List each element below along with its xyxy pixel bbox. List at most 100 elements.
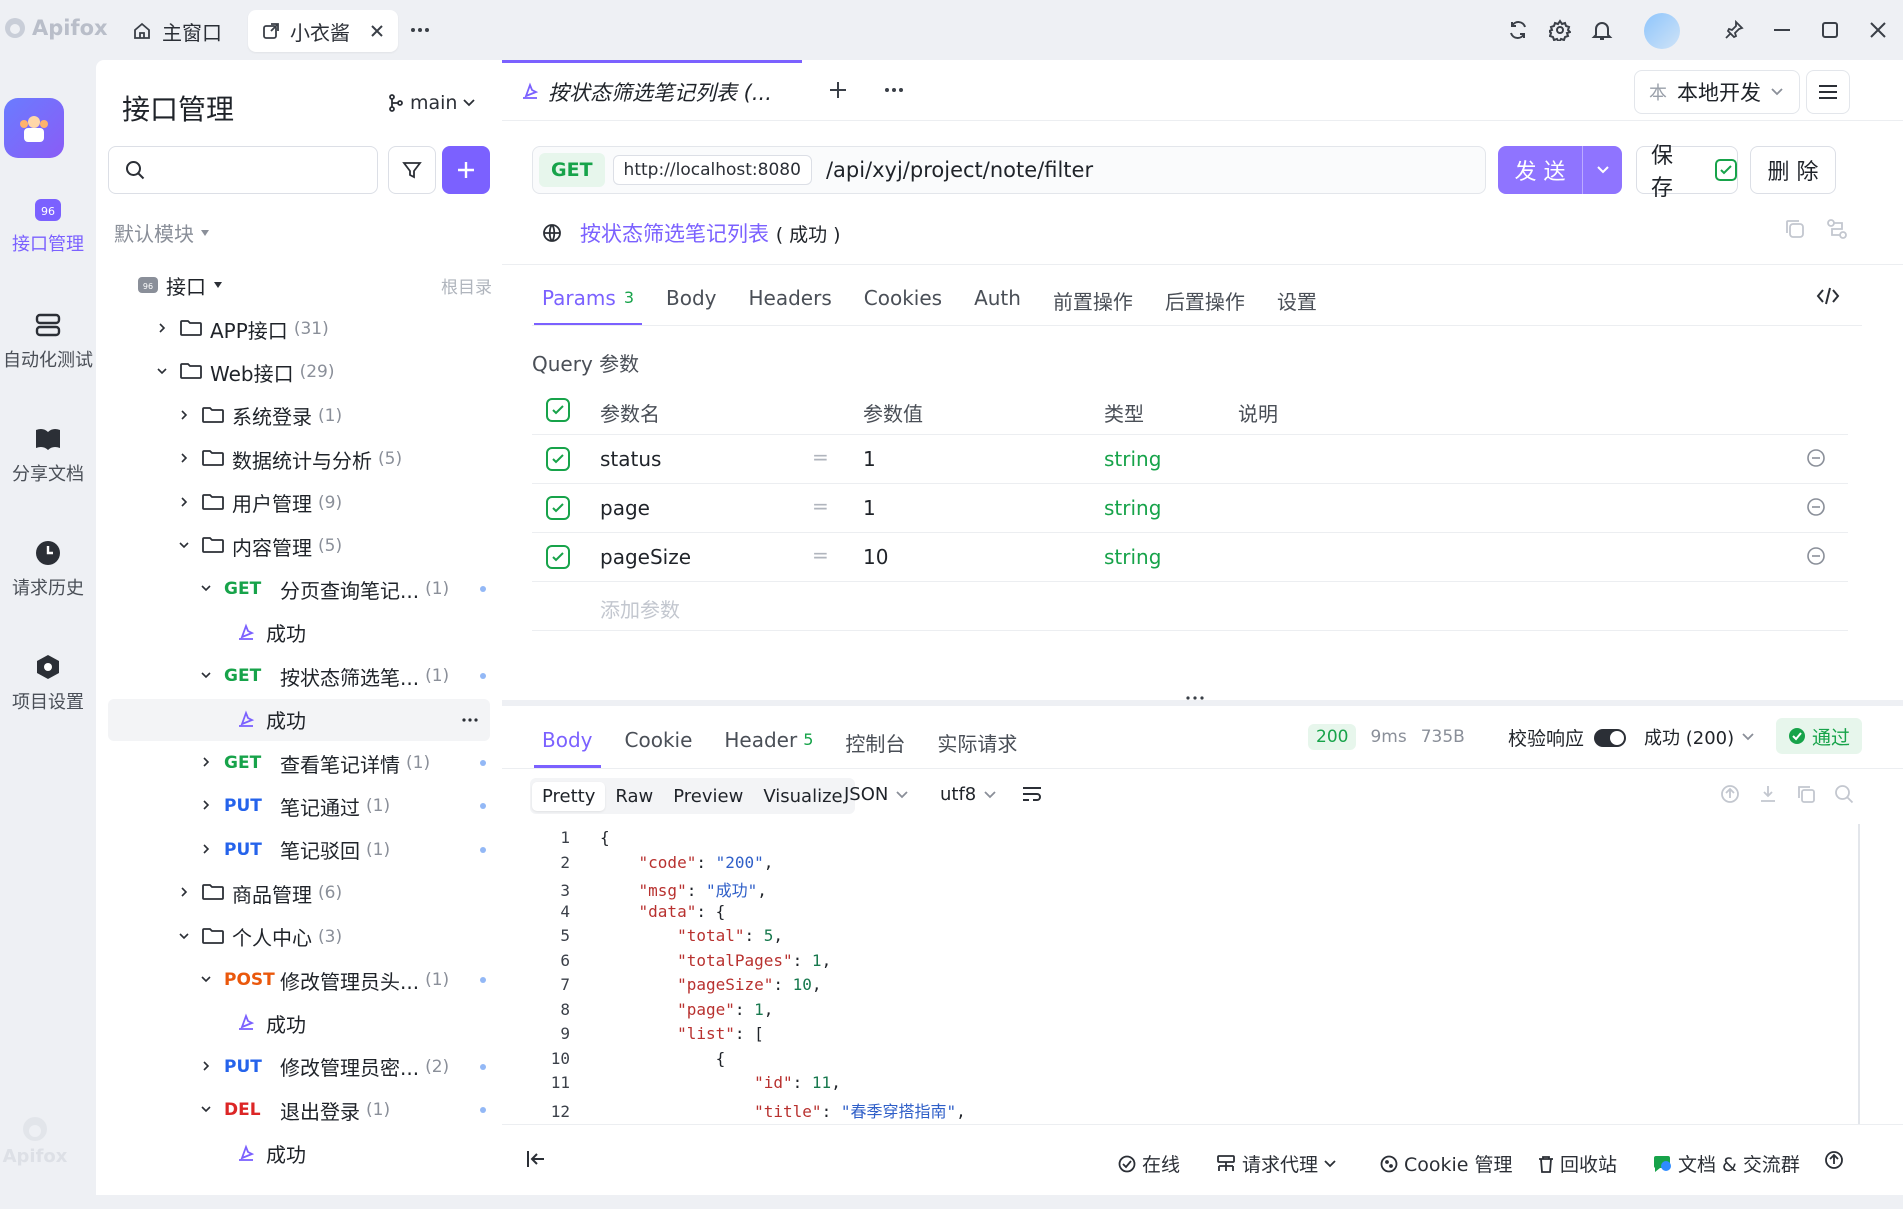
tab-project[interactable]: 小衣酱 bbox=[248, 10, 398, 52]
add-param-row[interactable]: 添加参数 bbox=[532, 582, 1848, 631]
filter-button[interactable] bbox=[388, 146, 436, 194]
chevron-down-icon[interactable] bbox=[200, 973, 214, 987]
base-url[interactable]: http://localhost:8080 bbox=[612, 155, 812, 185]
request-tab[interactable]: Cookies bbox=[864, 282, 942, 326]
tree-case-item[interactable]: 成功 bbox=[96, 612, 502, 654]
rail-project-settings[interactable]: 项目设置 bbox=[0, 654, 96, 714]
param-value-input[interactable]: 1 bbox=[863, 447, 876, 471]
panel-splitter[interactable] bbox=[502, 700, 1903, 706]
chevron-right-icon[interactable] bbox=[156, 322, 170, 336]
request-tab[interactable]: Headers bbox=[749, 282, 832, 326]
tree-api-item[interactable]: PUT 笔记驳回 (1) bbox=[96, 829, 502, 871]
rail-share-docs[interactable]: 分享文档 bbox=[0, 426, 96, 486]
chevron-right-icon[interactable] bbox=[178, 409, 192, 423]
param-name-input[interactable]: status bbox=[600, 447, 661, 471]
globe-icon[interactable] bbox=[542, 223, 562, 243]
chevron-right-icon[interactable] bbox=[200, 1060, 214, 1074]
remove-param-icon[interactable] bbox=[1806, 448, 1826, 468]
tree-api-item[interactable]: GET 分页查询笔记... (1) bbox=[96, 568, 502, 610]
tree-api-item[interactable]: PUT 修改管理员密... (2) bbox=[96, 1046, 502, 1088]
pin-icon[interactable] bbox=[1718, 14, 1750, 46]
branch-selector[interactable]: main bbox=[388, 92, 476, 114]
tree-folder[interactable]: 商品管理 (6) bbox=[96, 872, 502, 914]
send-button[interactable]: 发 送 bbox=[1498, 146, 1622, 194]
project-avatar[interactable] bbox=[4, 98, 64, 158]
method-selector[interactable]: GET bbox=[539, 153, 605, 187]
cookie-manager[interactable]: Cookie 管理 bbox=[1380, 1150, 1513, 1177]
chevron-right-icon[interactable] bbox=[178, 496, 192, 510]
download-icon[interactable] bbox=[1758, 784, 1778, 804]
url-path-input[interactable]: /api/xyj/project/note/filter bbox=[826, 158, 1093, 182]
tree-api-item[interactable]: POST 修改管理员头... (1) bbox=[96, 959, 502, 1001]
chevron-down-icon[interactable] bbox=[200, 669, 214, 683]
rail-history[interactable]: 请求历史 bbox=[0, 540, 96, 600]
response-tab[interactable]: Header 5 bbox=[724, 724, 813, 768]
tree-folder[interactable]: APP接口 (31) bbox=[96, 308, 502, 350]
more-tabs-icon[interactable] bbox=[404, 14, 436, 46]
tree-api-item[interactable]: GET 查看笔记详情 (1) bbox=[96, 742, 502, 784]
response-tab[interactable]: Cookie bbox=[625, 724, 693, 768]
param-type-select[interactable]: string bbox=[1104, 545, 1161, 569]
tree-folder[interactable]: 数据统计与分析 (5) bbox=[96, 438, 502, 480]
chevron-down-icon[interactable] bbox=[156, 365, 170, 379]
view-mode-button[interactable]: Raw bbox=[605, 782, 663, 811]
wrap-lines-icon[interactable] bbox=[1022, 786, 1042, 804]
chevron-right-icon[interactable] bbox=[200, 843, 214, 857]
save-button[interactable]: 保 存 bbox=[1636, 144, 1738, 201]
drag-handle-icon[interactable] bbox=[1186, 696, 1204, 700]
docs-community[interactable]: 文档 & 交流群 bbox=[1652, 1150, 1800, 1177]
tree-root[interactable]: 96 接口 根目录 bbox=[96, 264, 502, 306]
maximize-icon[interactable] bbox=[1814, 14, 1846, 46]
search-response-icon[interactable] bbox=[1834, 784, 1854, 804]
delete-button[interactable]: 删 除 bbox=[1750, 146, 1836, 194]
rail-api-management[interactable]: 96 接口管理 bbox=[0, 196, 96, 256]
request-tab[interactable]: Body bbox=[666, 282, 717, 326]
request-tab[interactable]: Params 3 bbox=[534, 282, 642, 326]
request-tab[interactable]: 后置操作 bbox=[1165, 282, 1245, 326]
response-tab[interactable]: Body bbox=[534, 724, 601, 768]
chevron-right-icon[interactable] bbox=[178, 452, 192, 466]
tree-search-input[interactable] bbox=[108, 146, 378, 194]
format-select[interactable]: JSON bbox=[844, 784, 909, 805]
tree-folder[interactable]: 内容管理 (5) bbox=[96, 525, 502, 567]
view-mode-button[interactable]: Pretty bbox=[532, 781, 606, 811]
avatar[interactable] bbox=[1644, 13, 1680, 49]
tree-case-item[interactable]: 成功 bbox=[96, 1002, 502, 1044]
request-tab[interactable]: 前置操作 bbox=[1053, 282, 1133, 326]
tree-case-item[interactable]: 成功 bbox=[108, 698, 490, 741]
close-window-icon[interactable] bbox=[1862, 14, 1894, 46]
param-value-input[interactable]: 10 bbox=[863, 545, 888, 569]
url-bar[interactable]: GET http://localhost:8080 /api/xyj/proje… bbox=[532, 146, 1486, 194]
code-snippet-icon[interactable] bbox=[1816, 286, 1840, 306]
tree-folder[interactable]: 系统登录 (1) bbox=[96, 395, 502, 437]
param-value-input[interactable]: 1 bbox=[863, 496, 876, 520]
collapse-sidebar-icon[interactable] bbox=[526, 1150, 546, 1168]
request-proxy[interactable]: 请求代理 bbox=[1216, 1150, 1336, 1177]
add-button[interactable] bbox=[442, 146, 490, 194]
request-tab[interactable]: 设置 bbox=[1277, 282, 1317, 326]
upload-icon[interactable] bbox=[1720, 784, 1740, 804]
more-icon[interactable] bbox=[878, 74, 910, 106]
rail-auto-test[interactable]: 自动化测试 bbox=[0, 312, 96, 372]
select-all-checkbox[interactable] bbox=[546, 398, 570, 422]
tree-folder[interactable]: 个人中心 (3) bbox=[96, 916, 502, 958]
view-mode-button[interactable]: Visualize bbox=[753, 782, 852, 811]
remove-param-icon[interactable] bbox=[1806, 546, 1826, 566]
response-tab[interactable]: 实际请求 bbox=[937, 724, 1017, 768]
encoding-select[interactable]: utf8 bbox=[940, 784, 996, 805]
bell-icon[interactable] bbox=[1586, 14, 1618, 46]
share-link-icon[interactable] bbox=[1826, 218, 1848, 240]
settings-gear-icon[interactable] bbox=[1544, 14, 1576, 46]
close-tab-icon[interactable] bbox=[370, 24, 384, 38]
param-checkbox[interactable] bbox=[546, 545, 570, 569]
param-name-input[interactable]: page bbox=[600, 496, 650, 520]
response-tab[interactable]: 控制台 bbox=[845, 724, 905, 768]
param-checkbox[interactable] bbox=[546, 447, 570, 471]
tree-folder[interactable]: Web接口 (29) bbox=[96, 351, 502, 393]
tree-case-item[interactable]: 成功 bbox=[96, 1133, 502, 1175]
tree-folder[interactable]: 用户管理 (9) bbox=[96, 482, 502, 524]
tree-api-item[interactable]: PUT 笔记通过 (1) bbox=[96, 785, 502, 827]
send-dropdown-icon[interactable] bbox=[1582, 146, 1622, 194]
menu-button[interactable] bbox=[1806, 70, 1850, 114]
chevron-down-icon[interactable] bbox=[200, 1103, 214, 1117]
